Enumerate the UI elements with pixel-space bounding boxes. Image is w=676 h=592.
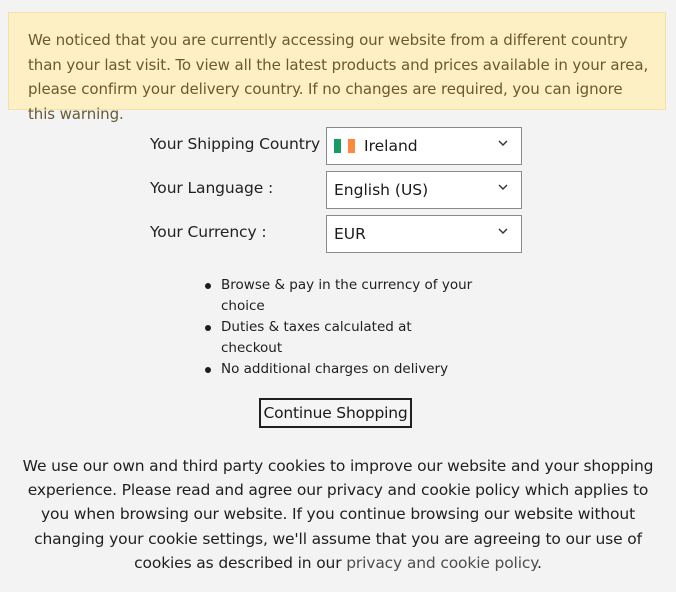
cookie-notice-text: We use our own and third party cookies t…: [22, 457, 654, 572]
continue-shopping-button[interactable]: Continue Shopping: [259, 398, 412, 428]
bullet-icon: [205, 283, 211, 289]
flag-stripe-green: [334, 139, 341, 153]
language-label: Your Language :: [150, 179, 274, 197]
warning-text: We noticed that you are currently access…: [28, 31, 649, 123]
chevron-down-icon: [498, 184, 508, 190]
language-value: English (US): [334, 181, 429, 199]
privacy-cookie-policy-link[interactable]: privacy and cookie policy: [346, 554, 537, 572]
benefits-list: Browse & pay in the currency of your cho…: [205, 275, 475, 380]
currency-value: EUR: [334, 225, 366, 243]
ireland-flag-icon: [334, 139, 355, 153]
language-select[interactable]: English (US): [326, 171, 522, 209]
shipping-country-select[interactable]: Ireland: [326, 127, 522, 165]
bullet-icon: [205, 367, 211, 373]
shipping-country-value: Ireland: [364, 137, 418, 155]
chevron-down-icon: [498, 228, 508, 234]
shipping-country-label: Your Shipping Country :: [150, 135, 330, 153]
list-item: No additional charges on delivery: [205, 359, 475, 380]
chevron-down-icon: [498, 140, 508, 146]
country-change-warning: We noticed that you are currently access…: [8, 12, 666, 123]
bullet-icon: [205, 325, 211, 331]
list-item: Browse & pay in the currency of your cho…: [205, 275, 475, 317]
flag-stripe-orange: [348, 139, 355, 153]
currency-label: Your Currency :: [150, 223, 267, 241]
cookie-notice: We use our own and third party cookies t…: [14, 454, 662, 575]
currency-select[interactable]: EUR: [326, 215, 522, 253]
cookie-notice-end: .: [537, 553, 542, 572]
flag-stripe-white: [341, 139, 348, 153]
list-item: Duties & taxes calculated at checkout: [205, 317, 475, 359]
